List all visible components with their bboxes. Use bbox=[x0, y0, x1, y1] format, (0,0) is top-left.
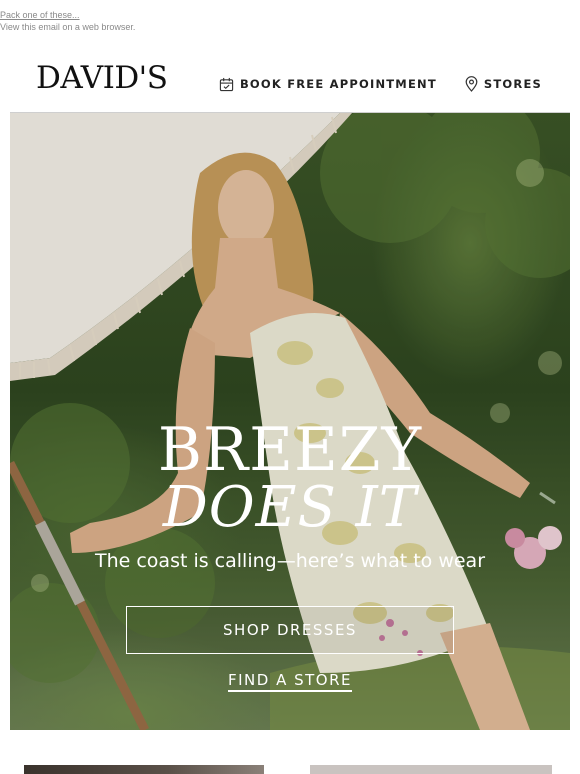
view-in-browser-text[interactable]: View this email on a web browser. bbox=[0, 21, 135, 33]
brand-logo[interactable]: DAVID'S bbox=[36, 60, 168, 96]
email-header: DAVID'S BOOK FREE APPOINTMENT STORES bbox=[0, 58, 580, 102]
map-pin-icon bbox=[465, 76, 478, 92]
stores-label: STORES bbox=[483, 77, 542, 91]
find-a-store-link[interactable]: FIND A STORE bbox=[10, 671, 570, 692]
find-a-store-label: FIND A STORE bbox=[227, 671, 352, 692]
hero-title-line1: BREEZY bbox=[157, 415, 423, 485]
header-nav: BOOK FREE APPOINTMENT STORES bbox=[219, 76, 542, 92]
book-appointment-link[interactable]: BOOK FREE APPOINTMENT bbox=[219, 77, 437, 92]
product-image-right[interactable] bbox=[310, 765, 552, 774]
hero-subtitle: The coast is calling—here’s what to wear bbox=[94, 550, 486, 572]
hero-banner[interactable]: BREEZY DOES IT The coast is calling—here… bbox=[10, 113, 570, 730]
stores-link[interactable]: STORES bbox=[465, 76, 542, 92]
hero-title-line2: DOES IT bbox=[162, 475, 418, 540]
preheader: Pack one of these... View this email on … bbox=[0, 9, 135, 33]
preheader-link[interactable]: Pack one of these... bbox=[0, 9, 135, 21]
product-image-left[interactable] bbox=[24, 765, 264, 774]
shop-dresses-button[interactable]: SHOP DRESSES bbox=[126, 606, 454, 654]
calendar-check-icon bbox=[219, 77, 234, 91]
book-appointment-label: BOOK FREE APPOINTMENT bbox=[239, 77, 437, 91]
